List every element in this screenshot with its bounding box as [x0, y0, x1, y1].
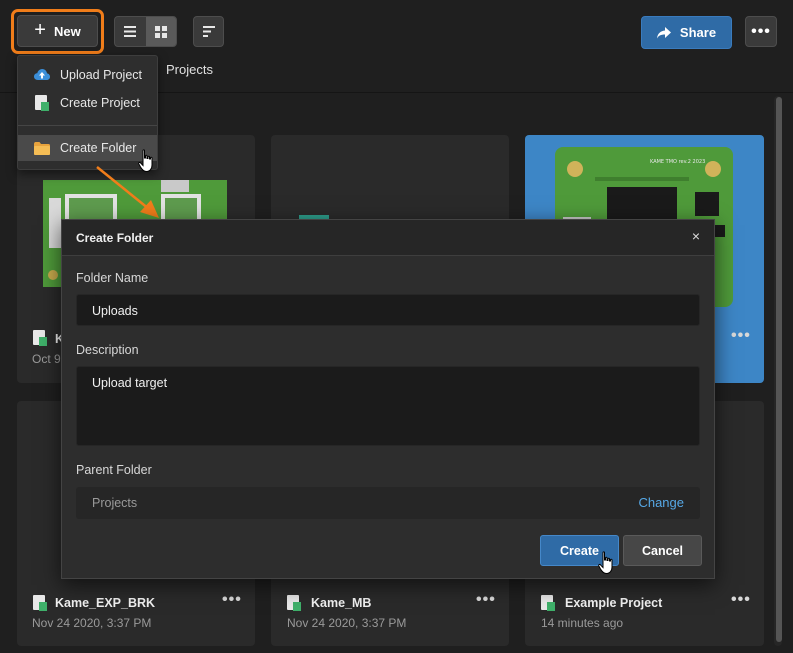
card-date: Oct 9 — [32, 352, 61, 366]
folder-name-label: Folder Name — [76, 271, 149, 285]
project-icon — [33, 330, 47, 346]
menu-item-label: Upload Project — [60, 68, 142, 82]
description-value: Upload target — [92, 376, 168, 390]
new-dropdown-menu: Upload Project Create Project Create Fol… — [17, 55, 158, 170]
project-icon — [33, 595, 47, 611]
card-more-icon[interactable]: ••• — [731, 591, 751, 609]
card-more-icon[interactable]: ••• — [222, 591, 242, 609]
sort-icon — [202, 26, 215, 37]
project-icon — [541, 595, 555, 611]
card-more-icon[interactable]: ••• — [476, 591, 496, 609]
cloud-upload-icon — [34, 67, 50, 83]
card-date: 14 minutes ago — [541, 616, 624, 630]
create-folder-dialog: Create Folder × Folder Name Uploads Desc… — [61, 219, 715, 579]
new-button-label: New — [53, 23, 81, 39]
card-title: Kame_MB — [311, 596, 372, 610]
share-button-label: Share — [679, 25, 717, 40]
breadcrumb-current[interactable]: Projects — [166, 62, 213, 77]
folder-name-input[interactable]: Uploads — [76, 294, 700, 326]
sort-button[interactable] — [193, 16, 224, 47]
project-icon — [287, 595, 301, 611]
card-title: Kame_EXP_BRK — [55, 596, 156, 610]
list-icon — [124, 26, 137, 37]
description-textarea[interactable]: Upload target — [76, 366, 700, 446]
folder-icon — [34, 140, 50, 156]
grid-view-button[interactable] — [145, 17, 176, 46]
parent-folder-label: Parent Folder — [76, 463, 152, 477]
card-date: Nov 24 2020, 3:37 PM — [287, 616, 407, 630]
dialog-header: Create Folder × — [62, 220, 714, 256]
more-icon: ••• — [751, 22, 771, 40]
menu-item-create-project[interactable]: Create Project — [18, 90, 157, 116]
card-date: Nov 24 2020, 3:37 PM — [32, 616, 152, 630]
plus-icon: + — [34, 19, 46, 41]
card-title: Example Project — [565, 596, 663, 610]
menu-item-upload-project[interactable]: Upload Project — [18, 62, 157, 88]
menu-item-label: Create Folder — [60, 141, 137, 155]
menu-item-label: Create Project — [60, 96, 140, 110]
project-file-icon — [34, 95, 50, 111]
folder-name-value: Uploads — [92, 304, 138, 318]
share-arrow-icon — [656, 26, 671, 38]
new-button[interactable]: + New — [17, 15, 98, 47]
close-icon[interactable]: × — [692, 228, 700, 244]
list-view-button[interactable] — [115, 17, 146, 46]
parent-folder-value: Projects — [92, 496, 138, 510]
grid-icon — [154, 25, 167, 38]
more-options-button[interactable]: ••• — [745, 16, 777, 47]
share-button[interactable]: Share — [641, 16, 732, 49]
dialog-title: Create Folder — [76, 231, 154, 245]
menu-item-create-folder[interactable]: Create Folder — [18, 135, 157, 161]
cancel-button[interactable]: Cancel — [623, 535, 702, 566]
change-parent-link[interactable]: Change — [638, 495, 684, 510]
card-more-icon[interactable]: ••• — [731, 327, 751, 345]
parent-folder-field: Projects Change — [76, 487, 700, 519]
view-toggle — [114, 16, 177, 47]
description-label: Description — [76, 343, 139, 357]
hand-cursor-icon — [598, 551, 613, 575]
annotation-arrow — [96, 166, 159, 218]
menu-separator — [18, 125, 157, 126]
scrollbar-thumb[interactable] — [776, 97, 782, 642]
board-silkscreen-text: KAME TMO rev.2 2023 — [650, 159, 705, 165]
